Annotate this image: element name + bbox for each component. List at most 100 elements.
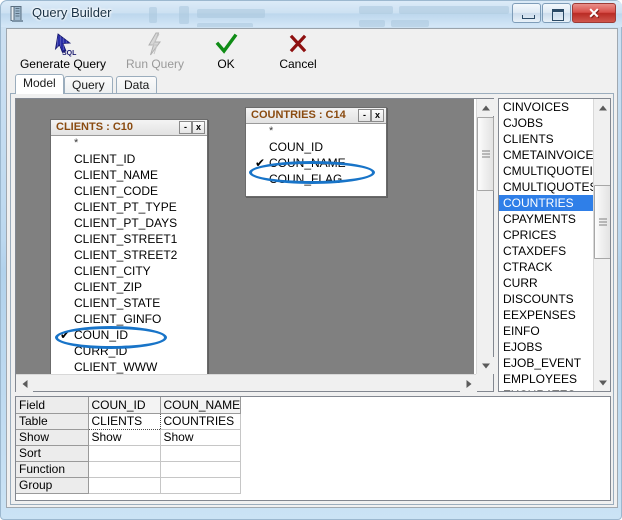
table-row[interactable]: Table CLIENTS COUNTRIES	[16, 412, 242, 430]
grid-cell-show-1[interactable]: Show	[160, 429, 242, 446]
field-row[interactable]: CLIENT_ID	[51, 151, 207, 167]
table-field-list: * COUN_ID ✔ COUN_NAME COUN_FLAG	[246, 124, 386, 190]
table-minimize-button[interactable]: -	[179, 121, 192, 134]
field-label: CLIENT_STREET1	[74, 232, 178, 246]
table-list-item[interactable]: EEXPENSES	[499, 307, 593, 323]
field-row[interactable]: COUN_FLAG	[246, 171, 386, 187]
table-list[interactable]: CINVOICES CJOBS CLIENTS CMETAINVOICES CM…	[499, 99, 593, 391]
field-row[interactable]: CURR_ID	[51, 343, 207, 359]
table-list-item[interactable]: CMULTIQUOTEITEMS	[499, 163, 593, 179]
grid-cell-sort-1[interactable]	[160, 445, 242, 462]
field-row[interactable]: CLIENT_CITY	[51, 263, 207, 279]
canvas-horizontal-scrollbar[interactable]	[16, 374, 477, 392]
table-row[interactable]: Group	[16, 477, 242, 494]
grid-cell-field-1[interactable]: COUN_NAME	[160, 397, 242, 414]
table-row[interactable]: Show Show Show	[16, 429, 242, 446]
table-list-item-countries[interactable]: COUNTRIES	[499, 195, 593, 211]
scroll-down-button[interactable]	[594, 374, 610, 391]
grid-cell-group-1[interactable]	[160, 477, 242, 494]
table-list-item[interactable]: CPRICES	[499, 227, 593, 243]
tab-model[interactable]: Model	[15, 74, 64, 94]
grid-cell-function-1[interactable]	[160, 461, 242, 478]
table-list-item[interactable]: CMETAINVOICES	[499, 147, 593, 163]
tab-query[interactable]: Query	[64, 76, 113, 94]
field-row[interactable]: CLIENT_PT_DAYS	[51, 215, 207, 231]
table-list-item[interactable]: CTAXDEFS	[499, 243, 593, 259]
query-builder-window: Query Builder ✕ SQL Generate Query Run Q…	[0, 0, 622, 520]
criteria-grid[interactable]: Field COUN_ID COUN_NAME Table CLIENTS CO…	[16, 397, 242, 494]
table-list-item[interactable]: DISCOUNTS	[499, 291, 593, 307]
maximize-button[interactable]	[542, 3, 571, 23]
table-list-item[interactable]: CJOBS	[499, 115, 593, 131]
scroll-left-button[interactable]	[16, 375, 33, 392]
chevron-left-icon	[22, 379, 27, 388]
table-list-item[interactable]: CPAYMENTS	[499, 211, 593, 227]
green-check-icon	[199, 31, 253, 57]
scroll-right-button[interactable]	[460, 375, 477, 392]
table-list-item[interactable]: CMULTIQUOTES	[499, 179, 593, 195]
scroll-up-button[interactable]	[477, 99, 494, 116]
table-minimize-button[interactable]: -	[358, 109, 371, 122]
grid-cell-field-0[interactable]: COUN_ID	[88, 397, 161, 414]
grid-cell-table-1[interactable]: COUNTRIES	[160, 413, 242, 430]
diagram-canvas[interactable]: CLIENTS : C10 -x * CLIENT_ID CLIENT_NAME…	[16, 99, 474, 375]
field-row[interactable]: CLIENT_NAME	[51, 167, 207, 183]
table-window-title: COUNTRIES : C14 -x	[246, 108, 386, 124]
field-checkbox[interactable]: ✔	[59, 327, 71, 343]
minimize-button[interactable]	[512, 3, 541, 23]
grid-cell-group-0[interactable]	[88, 477, 161, 494]
table-window-clients[interactable]: CLIENTS : C10 -x * CLIENT_ID CLIENT_NAME…	[50, 119, 208, 375]
field-row[interactable]: CLIENT_PT_TYPE	[51, 199, 207, 215]
field-row-coun-id[interactable]: ✔ COUN_ID	[51, 327, 207, 343]
field-row[interactable]: COUN_ID	[246, 139, 386, 155]
background-ghost	[179, 6, 189, 24]
generate-query-button[interactable]: SQL Generate Query	[12, 31, 114, 71]
grid-cell-sort-0[interactable]	[88, 445, 161, 462]
ok-button[interactable]: OK	[199, 31, 253, 71]
table-window-title-text: CLIENTS : C10	[56, 121, 134, 133]
table-list-item[interactable]: EINFO	[499, 323, 593, 339]
field-row[interactable]: CLIENT_CODE	[51, 183, 207, 199]
field-checkbox[interactable]: ✔	[254, 155, 266, 171]
scroll-down-button[interactable]	[477, 357, 494, 374]
table-list-vertical-scrollbar[interactable]	[593, 99, 610, 391]
field-row[interactable]: CLIENT_STREET2	[51, 247, 207, 263]
run-query-button[interactable]: Run Query	[115, 31, 195, 71]
field-row[interactable]: CLIENT_STREET1	[51, 231, 207, 247]
grid-cell-table-0[interactable]: CLIENTS	[87, 412, 161, 430]
table-list-item[interactable]: CTRACK	[499, 259, 593, 275]
field-row[interactable]: CLIENT_WWW	[51, 359, 207, 375]
table-row[interactable]: Field COUN_ID COUN_NAME	[16, 397, 242, 414]
table-list-item[interactable]: EJOBS	[499, 339, 593, 355]
table-close-button[interactable]: x	[371, 109, 384, 122]
table-row[interactable]: Function	[16, 461, 242, 478]
table-close-button[interactable]: x	[192, 121, 205, 134]
table-list-vscroll-thumb[interactable]	[594, 185, 610, 259]
field-row[interactable]: CLIENT_STATE	[51, 295, 207, 311]
grid-cell-function-0[interactable]	[88, 461, 161, 478]
table-list-item[interactable]: EJOB_EVENT	[499, 355, 593, 371]
field-row[interactable]: CLIENT_GINFO	[51, 311, 207, 327]
minimize-icon	[522, 15, 535, 19]
table-list-item[interactable]: EMPLOYEES	[499, 371, 593, 387]
field-row-coun-name[interactable]: ✔ COUN_NAME	[246, 155, 386, 171]
field-row[interactable]: CLIENT_ZIP	[51, 279, 207, 295]
canvas-vscroll-thumb[interactable]	[477, 117, 494, 191]
tab-data[interactable]: Data	[116, 76, 158, 94]
background-ghost	[149, 7, 157, 23]
field-row[interactable]: *	[51, 138, 207, 151]
close-button[interactable]: ✕	[572, 3, 616, 23]
cancel-button[interactable]: Cancel	[262, 31, 334, 71]
table-list-item[interactable]: CINVOICES	[499, 99, 593, 115]
table-window-buttons: -x	[358, 109, 384, 122]
table-list-item[interactable]: EXCHRATES	[499, 387, 593, 391]
row-header-show: Show	[16, 429, 89, 446]
table-row[interactable]: Sort	[16, 445, 242, 462]
field-row[interactable]: *	[246, 126, 386, 139]
table-list-item[interactable]: CLIENTS	[499, 131, 593, 147]
scroll-up-button[interactable]	[594, 99, 610, 116]
canvas-vertical-scrollbar[interactable]	[476, 99, 494, 374]
grid-cell-show-0[interactable]: Show	[88, 429, 161, 446]
table-window-countries[interactable]: COUNTRIES : C14 -x * COUN_ID ✔ COUN_NAME …	[245, 107, 387, 197]
table-list-item[interactable]: CURR	[499, 275, 593, 291]
